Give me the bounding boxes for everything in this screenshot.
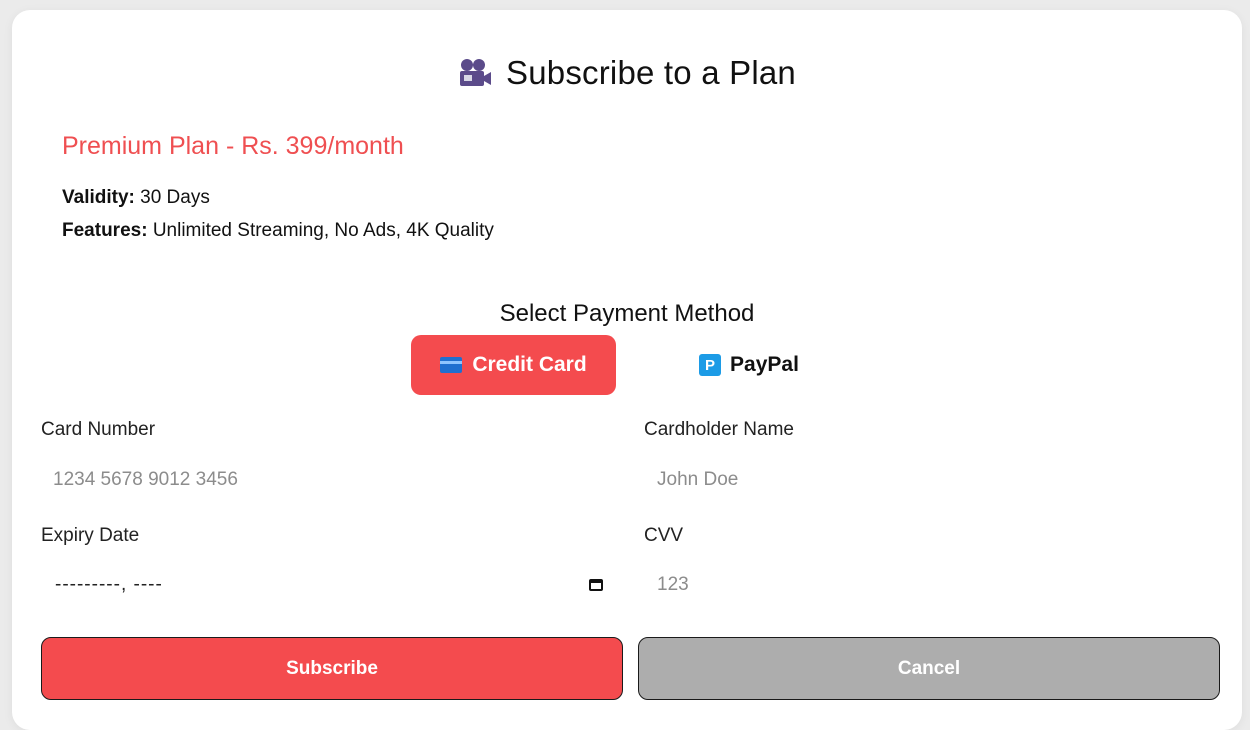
subscribe-button[interactable]: Subscribe (41, 637, 623, 700)
card-number-input[interactable] (41, 461, 621, 499)
expiry-date-label: Expiry Date (41, 525, 140, 546)
credit-card-button[interactable]: Credit Card (411, 335, 616, 395)
cancel-button[interactable]: Cancel (638, 637, 1220, 700)
subscription-card: Subscribe to a Plan Premium Plan - Rs. 3… (12, 10, 1242, 730)
validity-value: 30 Days (140, 187, 210, 208)
expiry-date-placeholder: ---------, ---- (55, 574, 163, 595)
plan-name: Premium Plan - Rs. 399/month (62, 132, 404, 160)
features-label: Features: (62, 220, 148, 241)
cvv-input[interactable] (645, 566, 1225, 604)
credit-card-label: Credit Card (472, 353, 587, 376)
cvv-label: CVV (644, 525, 684, 546)
card-number-label: Card Number (41, 419, 156, 440)
page-title: Subscribe to a Plan (506, 54, 796, 91)
features-value: Unlimited Streaming, No Ads, 4K Quality (152, 220, 494, 241)
credit-card-icon (440, 357, 463, 373)
expiry-date-input[interactable]: ---------, ---- (41, 566, 621, 604)
plan-features: Features: Unlimited Streaming, No Ads, 4… (62, 220, 494, 242)
paypal-label: PayPal (730, 353, 799, 376)
validity-label: Validity: (62, 187, 135, 208)
paypal-button[interactable]: P PayPal (679, 335, 819, 395)
calendar-icon[interactable] (589, 579, 603, 591)
payment-method-options: Credit Card P PayPal (411, 335, 816, 395)
plan-validity: Validity: 30 Days (62, 187, 210, 209)
movie-camera-icon (458, 58, 492, 88)
payment-method-heading: Select Payment Method (499, 300, 755, 327)
paypal-icon: P (699, 354, 722, 376)
page-header: Subscribe to a Plan (12, 50, 1242, 96)
cardholder-name-input[interactable] (645, 461, 1225, 499)
cardholder-name-label: Cardholder Name (644, 419, 794, 440)
